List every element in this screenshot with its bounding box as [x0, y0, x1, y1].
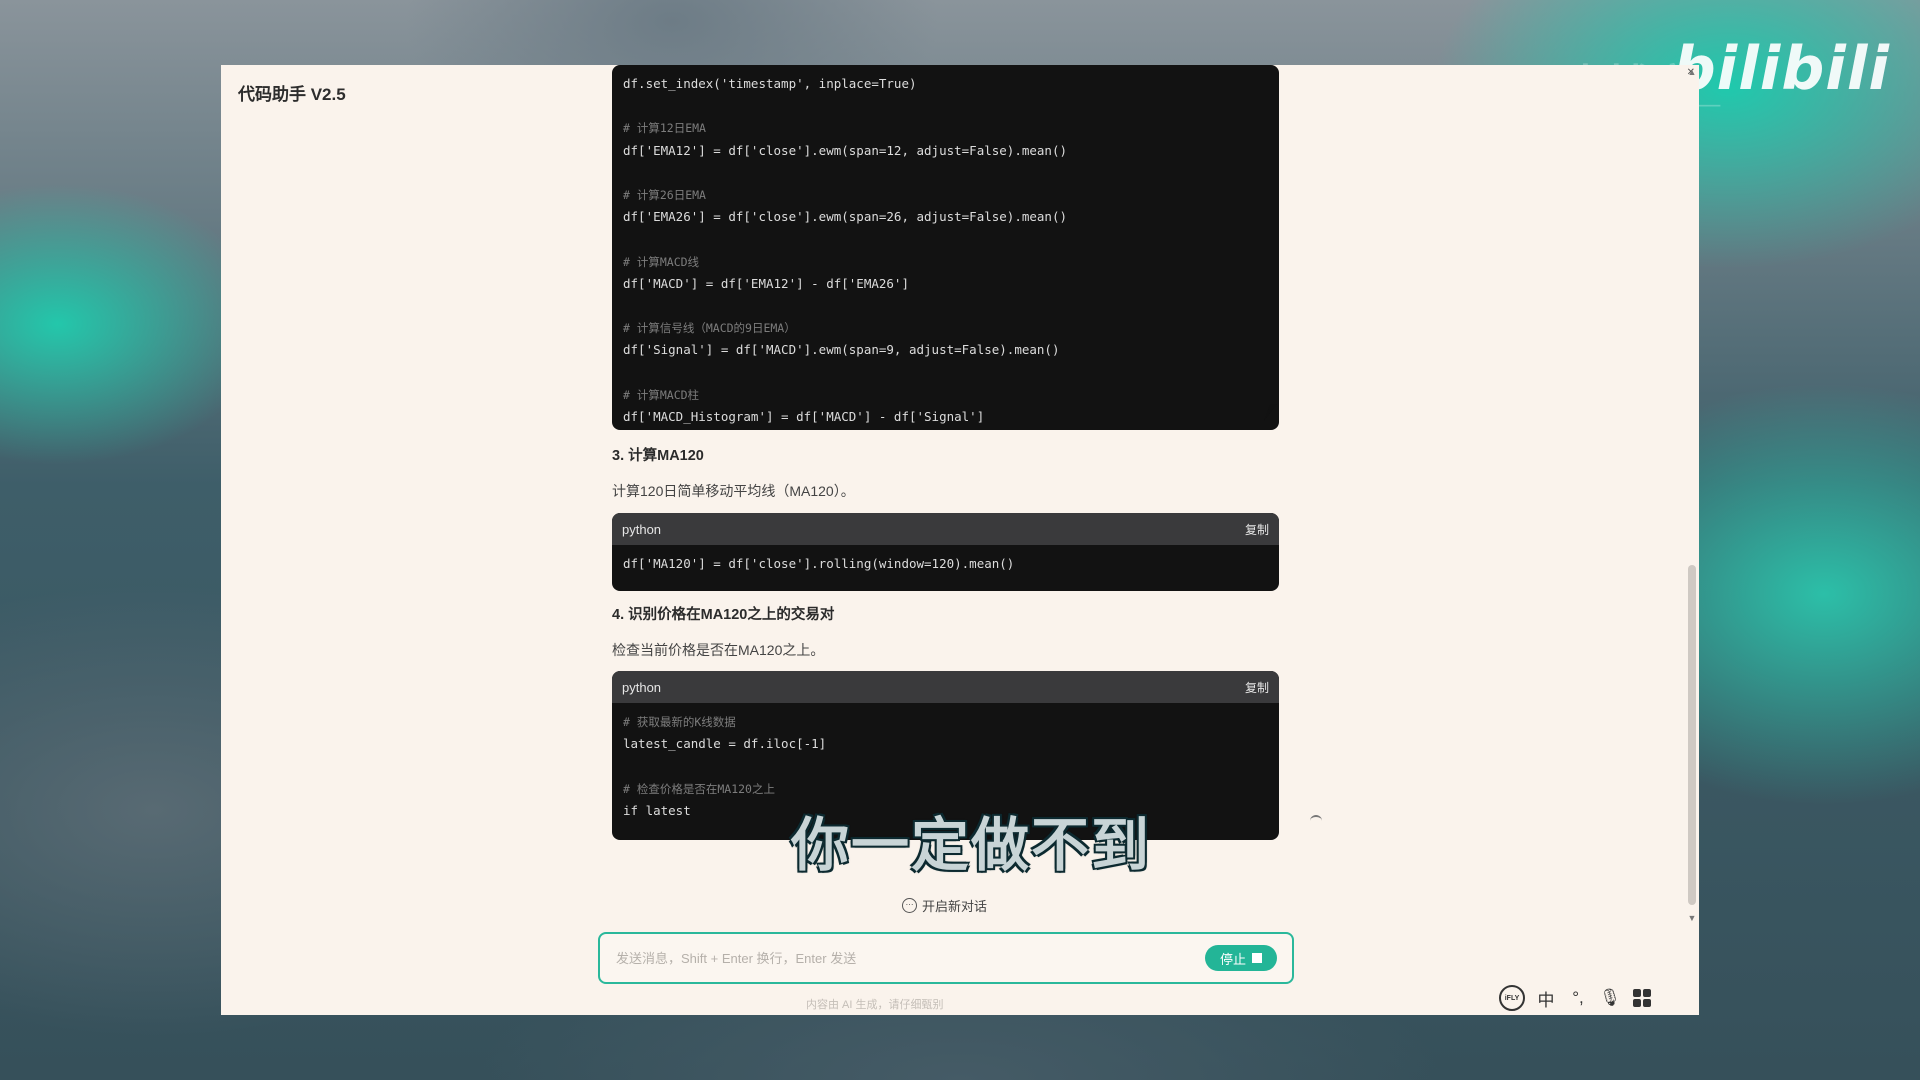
section-heading-identify: 4. 识别价格在MA120之上的交易对	[612, 607, 835, 623]
copy-button[interactable]: 复制	[1245, 521, 1269, 538]
app-title: 代码助手 V2.5	[238, 85, 346, 104]
chat-input-box: 停止	[598, 932, 1294, 984]
scrollbar[interactable]: ▲ ▼	[1685, 65, 1699, 925]
stop-icon	[1252, 953, 1262, 963]
scroll-down-icon[interactable]: ▼	[1685, 911, 1699, 925]
footer-disclaimer: 内容由 AI 生成，请仔细甄别	[806, 999, 944, 1011]
scroll-thumb[interactable]	[1688, 565, 1696, 905]
stop-button-label: 停止	[1219, 951, 1246, 967]
code-header: python 复制	[612, 671, 1279, 703]
code-body: df.set_index('timestamp', inplace=True) #…	[612, 65, 1279, 430]
stop-button[interactable]: 停止	[1205, 945, 1277, 971]
code-lang-label: python	[622, 679, 662, 695]
ime-toolbar: iFLY 中 °, 🎙	[1499, 985, 1653, 1011]
code-block-ma120: python 复制 df['MA120'] = df['close'].roll…	[612, 513, 1279, 591]
code-comment-line: # 检查价格是否在MA120之上	[623, 781, 775, 796]
code-line: df['MA120'] = df['close'].rolling(window…	[623, 556, 1015, 571]
code-comment-line: # 获取最新的K线数据	[623, 715, 736, 729]
chat-input[interactable]	[616, 946, 1156, 970]
code-line: df.set_index('timestamp', inplace=True)	[623, 76, 917, 91]
code-comment-line: # 计算MACD柱	[623, 387, 700, 402]
chat-bubble-icon: ⋯	[902, 898, 917, 913]
ime-logo-icon[interactable]: iFLY	[1499, 985, 1525, 1011]
code-comment-line: # 计算26日EMA	[623, 187, 706, 202]
code-comment-line: # 计算MACD线	[623, 254, 700, 269]
code-line: latest_candle = df.iloc[-1]	[623, 736, 827, 752]
code-line: df['MACD_Histogram'] = df['MACD'] - df['…	[623, 408, 985, 424]
code-line: df['EMA12'] = df['close'].ewm(span=12, a…	[623, 142, 1068, 158]
code-comment-line: # 计算信号线（MACD的9日EMA）	[623, 321, 796, 336]
microphone-icon[interactable]: 🎙	[1599, 987, 1621, 1009]
code-body: df['MA120'] = df['close'].rolling(window…	[612, 545, 1279, 583]
code-block-macd: df.set_index('timestamp', inplace=True) #…	[612, 65, 1279, 430]
ime-punctuation-toggle[interactable]: °,	[1567, 987, 1589, 1009]
section-heading-ma120: 3. 计算MA120	[612, 448, 704, 464]
new-chat-button[interactable]: ⋯ 开启新对话	[902, 896, 987, 915]
code-lang-label: python	[622, 521, 662, 537]
copy-button[interactable]: 复制	[1245, 679, 1269, 696]
section-desc-ma120: 计算120日简单移动平均线（MA120）。	[612, 483, 855, 499]
ime-menu-grid-icon[interactable]	[1631, 987, 1653, 1009]
section-desc-identify: 检查当前价格是否在MA120之上。	[612, 642, 825, 658]
code-header: python 复制	[612, 513, 1279, 545]
bilibili-logo: bilibili	[1672, 34, 1890, 104]
code-line: df['EMA26'] = df['close'].ewm(span=26, a…	[623, 209, 1068, 225]
ime-language-toggle[interactable]: 中	[1535, 987, 1557, 1010]
scroll-up-icon[interactable]: ▲	[1685, 65, 1699, 79]
code-line: df['Signal'] = df['MACD'].ewm(span=9, ad…	[623, 342, 1060, 358]
new-chat-label: 开启新对话	[922, 899, 988, 914]
video-subtitle: 你一定做不到	[791, 811, 1152, 879]
code-line: df['MACD'] = df['EMA12'] - df['EMA26']	[623, 275, 909, 291]
loading-spinner-icon	[1310, 815, 1322, 827]
code-comment-line: # 计算12日EMA	[623, 121, 706, 136]
